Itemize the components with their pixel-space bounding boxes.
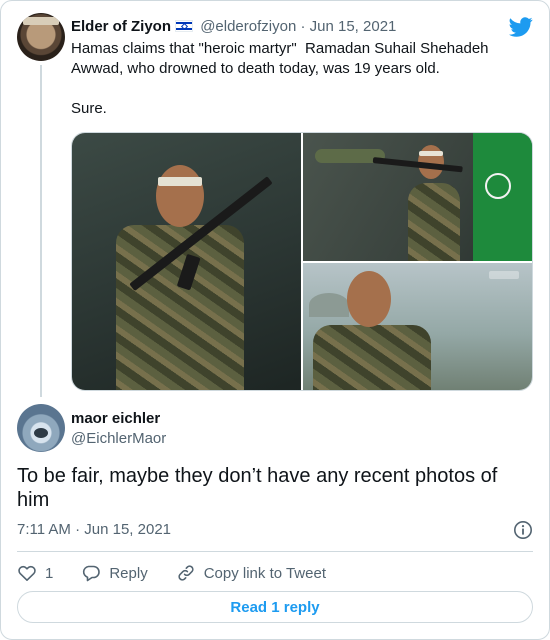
heart-icon [18,565,36,581]
timestamp-separator: · [75,521,81,538]
meta-separator: · [300,18,306,35]
action-divider [17,551,533,552]
elder-of-ziyon-avatar[interactable] [17,13,65,61]
quoted-tweet-text: Hamas claims that "heroic martyr" Ramada… [71,40,489,117]
read-replies-button[interactable]: Read 1 reply [17,591,533,623]
reply-label: Reply [109,564,148,582]
israel-flag-icon [175,20,194,32]
tweet-embed-card: Elder of Ziyon @elderofziyon · Jun 15, 2… [0,0,550,640]
maor-eichler-avatar[interactable] [17,404,65,452]
like-button[interactable]: 1 [17,563,53,583]
reply-timestamp[interactable]: 7:11 AM · Jun 15, 2021 [17,520,171,540]
link-icon [178,565,194,581]
copy-link-button[interactable]: Copy link to Tweet [176,563,326,583]
quoted-author-handle[interactable]: @elderofziyon [200,18,296,35]
quoted-tweet-header: Elder of Ziyon @elderofziyon · Jun 15, 2… [71,17,396,37]
like-count: 1 [45,564,54,582]
quoted-author-name[interactable]: Elder of Ziyon [71,18,171,35]
thread-connector-line [40,65,42,397]
reply-button[interactable]: Reply [81,563,148,583]
info-icon[interactable] [513,520,533,540]
photo-youth-with-rpg-and-flag[interactable] [303,133,532,261]
photo-youth-portrait-landscape[interactable] [303,263,532,390]
reply-bubble-icon [83,565,101,582]
reply-author-handle[interactable]: @EichlerMaor [71,429,166,449]
copy-link-label: Copy link to Tweet [203,564,326,582]
tweet-actions-bar: 1 Reply Copy link to Tweet [17,561,354,585]
reply-time: 7:11 AM [17,521,71,538]
reply-tweet-text: To be fair, maybe they don’t have any re… [17,465,498,511]
quoted-tweet-date[interactable]: Jun 15, 2021 [310,18,397,35]
reply-date: Jun 15, 2021 [84,521,172,538]
tweet-media-grid [71,132,533,391]
photo-armed-youth-portrait[interactable] [72,133,301,390]
reply-author-name[interactable]: maor eichler [71,409,160,429]
twitter-bird-icon[interactable] [509,15,533,39]
